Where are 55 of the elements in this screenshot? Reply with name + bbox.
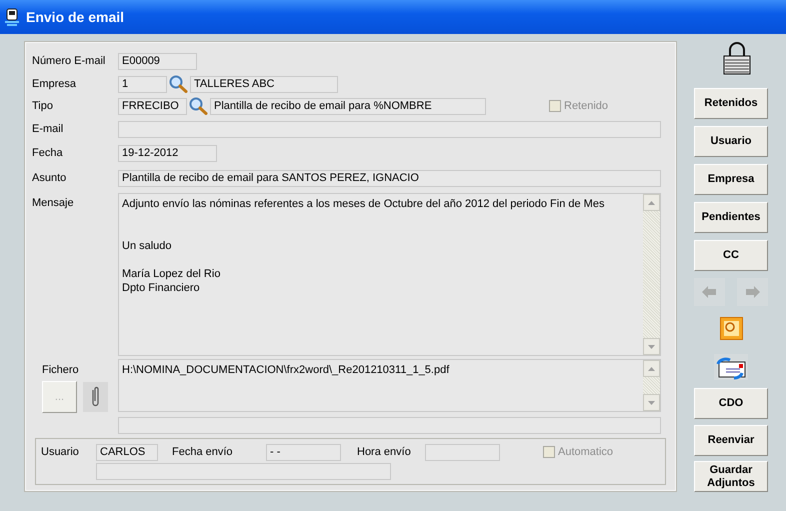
action-button[interactable]: Empresa (694, 164, 768, 195)
attachment-area[interactable]: H:\NOMINA_DOCUMENTACION\frx2word\_Re201210311_1_5.pdf (118, 359, 661, 412)
input-field[interactable]: TALLERES ABC (190, 76, 338, 92)
input-field[interactable]: 1 (118, 76, 167, 92)
action-button[interactable]: Guardar Adjuntos (694, 461, 768, 492)
field-label: Asunto (32, 171, 68, 186)
padlock-icon (723, 42, 751, 75)
message-area[interactable]: Adjunto envío las nóminas referentes a los meses de Octubre del año 2012 del periodo Fin de Mes Un saludo María Lopez del Rio Dpto Financiero (118, 193, 661, 356)
checkbox-label: Retenido (564, 98, 608, 114)
action-button[interactable]: CC (694, 240, 768, 271)
input-field[interactable]: Plantilla de recibo de email para %NOMBRE (210, 98, 486, 114)
field-label: E-mail (32, 122, 64, 138)
message-text: Adjunto envío las nóminas referentes a los meses de Octubre del año 2012 del periodo Fin de Mes Un saludo María Lopez del Rio Dpto Financiero (121, 197, 606, 296)
action-button[interactable]: Retenidos (694, 88, 768, 119)
action-button[interactable]: Usuario (694, 126, 768, 157)
input-field[interactable]: 19-12-2012 (118, 145, 217, 162)
field-label: Tipo (32, 98, 54, 114)
input-field[interactable]: FRRECIBO (118, 98, 187, 114)
window-title: Envio de email (26, 8, 124, 26)
input-field[interactable]: - - (266, 444, 341, 460)
field-label: Fichero (42, 363, 80, 378)
field-label: Usuario (41, 444, 80, 460)
input-field[interactable]: CARLOS (96, 444, 158, 460)
search-icon (169, 75, 188, 93)
scroll-down-button[interactable] (643, 394, 660, 411)
action-button[interactable]: Pendientes (694, 202, 768, 233)
field-label: Fecha (32, 146, 64, 162)
field-label: Empresa (32, 76, 78, 92)
field-label: Número E-mail (32, 54, 106, 70)
scroll-up-button[interactable] (643, 360, 660, 377)
input-field[interactable]: Plantilla de recibo de email para SANTOS PEREZ, IGNACIO (118, 170, 661, 187)
paperclip-icon (83, 382, 108, 412)
field-label: Mensaje (32, 196, 75, 211)
scroll-up-button[interactable] (643, 194, 660, 211)
search-icon (189, 97, 208, 115)
field-label: Fecha envío (172, 444, 234, 460)
up-arrow-icon (648, 366, 655, 370)
input-field[interactable]: E00009 (118, 53, 197, 70)
action-button[interactable]: Reenviar (694, 425, 768, 456)
attachment-path: H:\NOMINA_DOCUMENTACION\frx2word\_Re201210311_1_5.pdf (121, 363, 450, 378)
action-button[interactable]: CDO (694, 388, 768, 419)
scrollbar[interactable] (643, 360, 660, 411)
envelope-icon (714, 354, 748, 380)
input-field[interactable] (118, 121, 661, 138)
up-arrow-icon (648, 200, 655, 204)
down-arrow-icon (648, 400, 655, 404)
scroll-down-button[interactable] (643, 338, 660, 355)
input-field[interactable] (96, 462, 391, 480)
field-label: Hora envío (357, 444, 412, 460)
down-arrow-icon (648, 344, 655, 348)
input-field[interactable] (425, 444, 500, 460)
app-icon (4, 8, 20, 26)
scrollbar[interactable] (643, 194, 660, 355)
checkbox-label: Automatico (558, 444, 614, 460)
input-field[interactable] (118, 416, 661, 434)
